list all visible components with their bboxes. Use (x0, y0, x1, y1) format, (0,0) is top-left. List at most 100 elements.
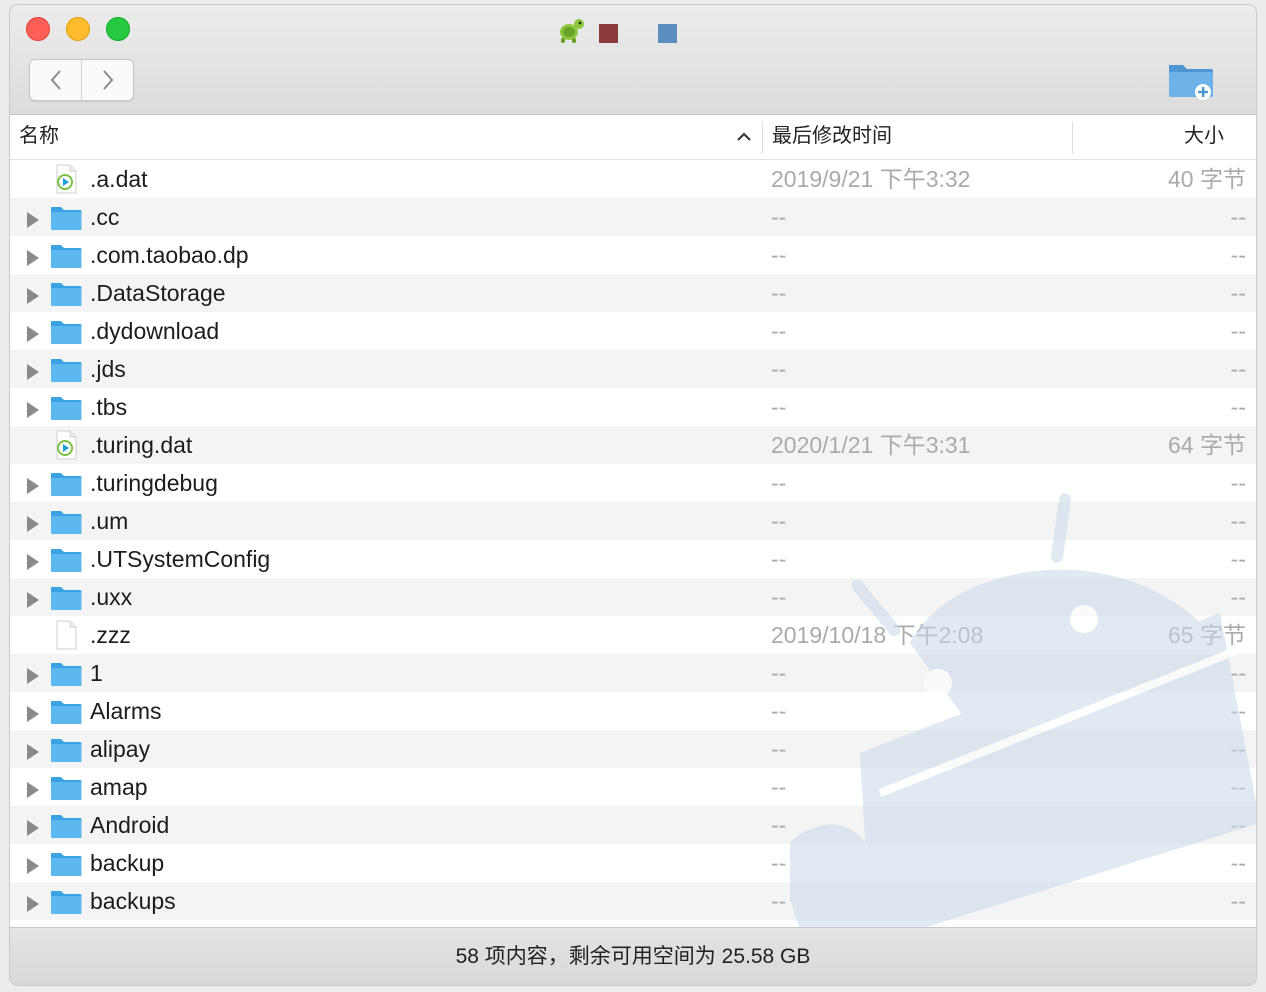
list-item[interactable]: .UTSystemConfig -- -- (10, 540, 1256, 578)
new-folder-button[interactable] (1166, 57, 1216, 103)
file-size: -- (1230, 546, 1246, 572)
file-name: .um (90, 508, 129, 534)
file-name: Android (90, 812, 170, 838)
file-name: backup (90, 850, 165, 876)
file-name: .cc (90, 204, 120, 230)
zoom-window-button[interactable] (106, 17, 130, 41)
file-size: -- (1230, 850, 1246, 876)
file-size: -- (1230, 584, 1246, 610)
file-modified-date: -- (771, 584, 787, 610)
list-item[interactable]: .turing.dat 2020/1/21 下午3:31 64 字节 (10, 426, 1256, 464)
list-item[interactable]: 1 -- -- (10, 654, 1256, 692)
file-name: .uxx (90, 584, 133, 610)
list-item[interactable]: .tbs -- -- (10, 388, 1256, 426)
file-name: .turingdebug (90, 470, 218, 496)
file-name: .DataStorage (90, 280, 226, 306)
file-modified-date: -- (771, 470, 787, 496)
file-name: 1 (90, 660, 103, 686)
list-item[interactable]: .com.taobao.dp -- -- (10, 236, 1256, 274)
list-item[interactable]: .turingdebug -- -- (10, 464, 1256, 502)
column-separator[interactable] (762, 122, 763, 154)
disclosure-triangle-icon[interactable] (26, 664, 40, 684)
disclosure-triangle-icon[interactable] (26, 512, 40, 532)
file-name: .com.taobao.dp (90, 242, 249, 268)
column-date-header[interactable]: 最后修改时间 (772, 115, 892, 159)
folder-icon (50, 886, 82, 916)
file-browser-window: 名称 最后修改时间 大小 .a.dat 2019/9/21 下午3:32 40 … (10, 5, 1256, 985)
square-blue-icon (658, 24, 677, 43)
status-bar: 58 项内容，剩余可用空间为 25.58 GB (10, 927, 1256, 985)
close-window-button[interactable] (26, 17, 50, 41)
chevron-up-icon[interactable] (734, 127, 754, 147)
folder-icon (50, 734, 82, 764)
back-button[interactable] (30, 60, 82, 100)
minimize-window-button[interactable] (66, 17, 90, 41)
folder-icon (50, 506, 82, 536)
column-header: 名称 最后修改时间 大小 (10, 115, 1256, 160)
list-item[interactable]: .a.dat 2019/9/21 下午3:32 40 字节 (10, 160, 1256, 198)
disclosure-triangle-icon[interactable] (26, 208, 40, 228)
list-item[interactable]: alipay -- -- (10, 730, 1256, 768)
file-modified-date: -- (771, 850, 787, 876)
list-item[interactable]: Alarms -- -- (10, 692, 1256, 730)
folder-icon (50, 658, 82, 688)
new-folder-icon (1169, 65, 1213, 100)
list-item[interactable]: Android -- -- (10, 806, 1256, 844)
list-item[interactable]: .zzz 2019/10/18 下午2:08 65 字节 (10, 616, 1256, 654)
folder-icon (50, 696, 82, 726)
file-modified-date: -- (771, 204, 787, 230)
file-list: .a.dat 2019/9/21 下午3:32 40 字节 .cc -- -- … (10, 160, 1256, 926)
list-item[interactable]: .dydownload -- -- (10, 312, 1256, 350)
list-item[interactable]: .jds -- -- (10, 350, 1256, 388)
file-size: -- (1230, 318, 1246, 344)
file-size: -- (1230, 356, 1246, 382)
file-size: -- (1230, 204, 1246, 230)
disclosure-triangle-icon[interactable] (26, 816, 40, 836)
file-modified-date: -- (771, 736, 787, 762)
file-name: .turing.dat (90, 432, 193, 458)
file-modified-date: -- (771, 660, 787, 686)
chevron-right-icon (102, 70, 113, 90)
disclosure-triangle-icon[interactable] (26, 740, 40, 760)
file-modified-date: -- (771, 242, 787, 268)
file-name: .jds (90, 356, 126, 382)
column-size-header[interactable]: 大小 (1184, 115, 1224, 159)
file-name: amap (90, 774, 148, 800)
file-modified-date: -- (771, 508, 787, 534)
file-size: 64 字节 (1168, 432, 1246, 458)
disclosure-triangle-icon[interactable] (26, 550, 40, 570)
disclosure-triangle-icon[interactable] (26, 474, 40, 494)
disclosure-triangle-icon[interactable] (26, 360, 40, 380)
navigation-buttons (29, 59, 134, 101)
list-item[interactable]: backup -- -- (10, 844, 1256, 882)
list-item[interactable]: .uxx -- -- (10, 578, 1256, 616)
disclosure-triangle-icon[interactable] (26, 854, 40, 874)
disclosure-triangle-icon[interactable] (26, 892, 40, 912)
list-item[interactable]: .um -- -- (10, 502, 1256, 540)
list-item[interactable]: amap -- -- (10, 768, 1256, 806)
column-separator[interactable] (1072, 122, 1073, 154)
list-item[interactable]: backups -- -- (10, 882, 1256, 920)
disclosure-triangle-icon[interactable] (26, 588, 40, 608)
column-name-header[interactable]: 名称 (19, 115, 59, 159)
folder-icon (50, 468, 82, 498)
file-modified-date: -- (771, 812, 787, 838)
disclosure-triangle-icon[interactable] (26, 246, 40, 266)
file-name: .UTSystemConfig (90, 546, 271, 572)
forward-button[interactable] (82, 60, 133, 100)
list-item[interactable]: .DataStorage -- -- (10, 274, 1256, 312)
disclosure-triangle-icon[interactable] (26, 284, 40, 304)
disclosure-triangle-icon[interactable] (26, 322, 40, 342)
file-size: -- (1230, 242, 1246, 268)
folder-icon (50, 582, 82, 612)
file-modified-date: -- (771, 698, 787, 724)
file-modified-date: -- (771, 318, 787, 344)
disclosure-triangle-icon[interactable] (26, 702, 40, 722)
list-item[interactable]: .cc -- -- (10, 198, 1256, 236)
disclosure-triangle-icon[interactable] (26, 398, 40, 418)
folder-icon (50, 354, 82, 384)
file-modified-date: -- (771, 280, 787, 306)
file-name: .dydownload (90, 318, 220, 344)
file-size: -- (1230, 508, 1246, 534)
disclosure-triangle-icon[interactable] (26, 778, 40, 798)
